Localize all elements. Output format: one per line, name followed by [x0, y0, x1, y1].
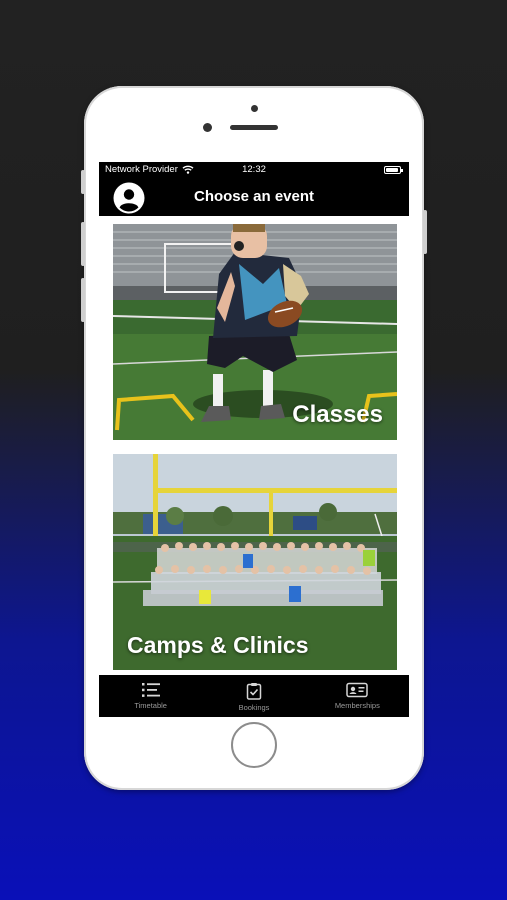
home-button[interactable] [231, 722, 277, 768]
event-label: Classes [292, 401, 383, 428]
proximity-sensor [251, 105, 258, 112]
tab-timetable[interactable]: Timetable [99, 675, 202, 717]
tab-label: Timetable [134, 701, 167, 710]
status-time: 12:32 [242, 164, 266, 175]
volume-up-button [81, 222, 85, 266]
list-icon [141, 683, 160, 697]
battery-level [386, 168, 398, 172]
event-label: Camps & Clinics [127, 632, 309, 658]
volume-down-button [81, 278, 85, 322]
tab-label: Bookings [238, 703, 270, 712]
app-screen: Network Provider 12:32 Choose an event C… [99, 162, 409, 717]
phone-frame: Network Provider 12:32 Choose an event C… [81, 86, 427, 790]
tab-bookings[interactable]: Bookings [202, 675, 305, 717]
clipboard-check-icon [246, 683, 262, 700]
mute-switch [81, 170, 85, 194]
battery-icon [384, 166, 403, 174]
tab-memberships[interactable]: Memberships [306, 675, 409, 717]
power-button [423, 210, 427, 254]
front-camera [203, 123, 212, 132]
earpiece-speaker [230, 125, 278, 130]
nav-bar: Choose an event [99, 178, 409, 216]
tab-bar: Timetable Bookings Memberships [99, 675, 409, 717]
event-card-camps-clinics[interactable]: Camps & Clinics [113, 454, 397, 670]
event-card-classes[interactable]: Classes [113, 224, 397, 440]
status-bar: Network Provider 12:32 [99, 162, 409, 178]
membership-card-icon [346, 682, 369, 698]
page-title: Choose an event [193, 188, 315, 205]
tab-label: Memberships [334, 701, 380, 710]
